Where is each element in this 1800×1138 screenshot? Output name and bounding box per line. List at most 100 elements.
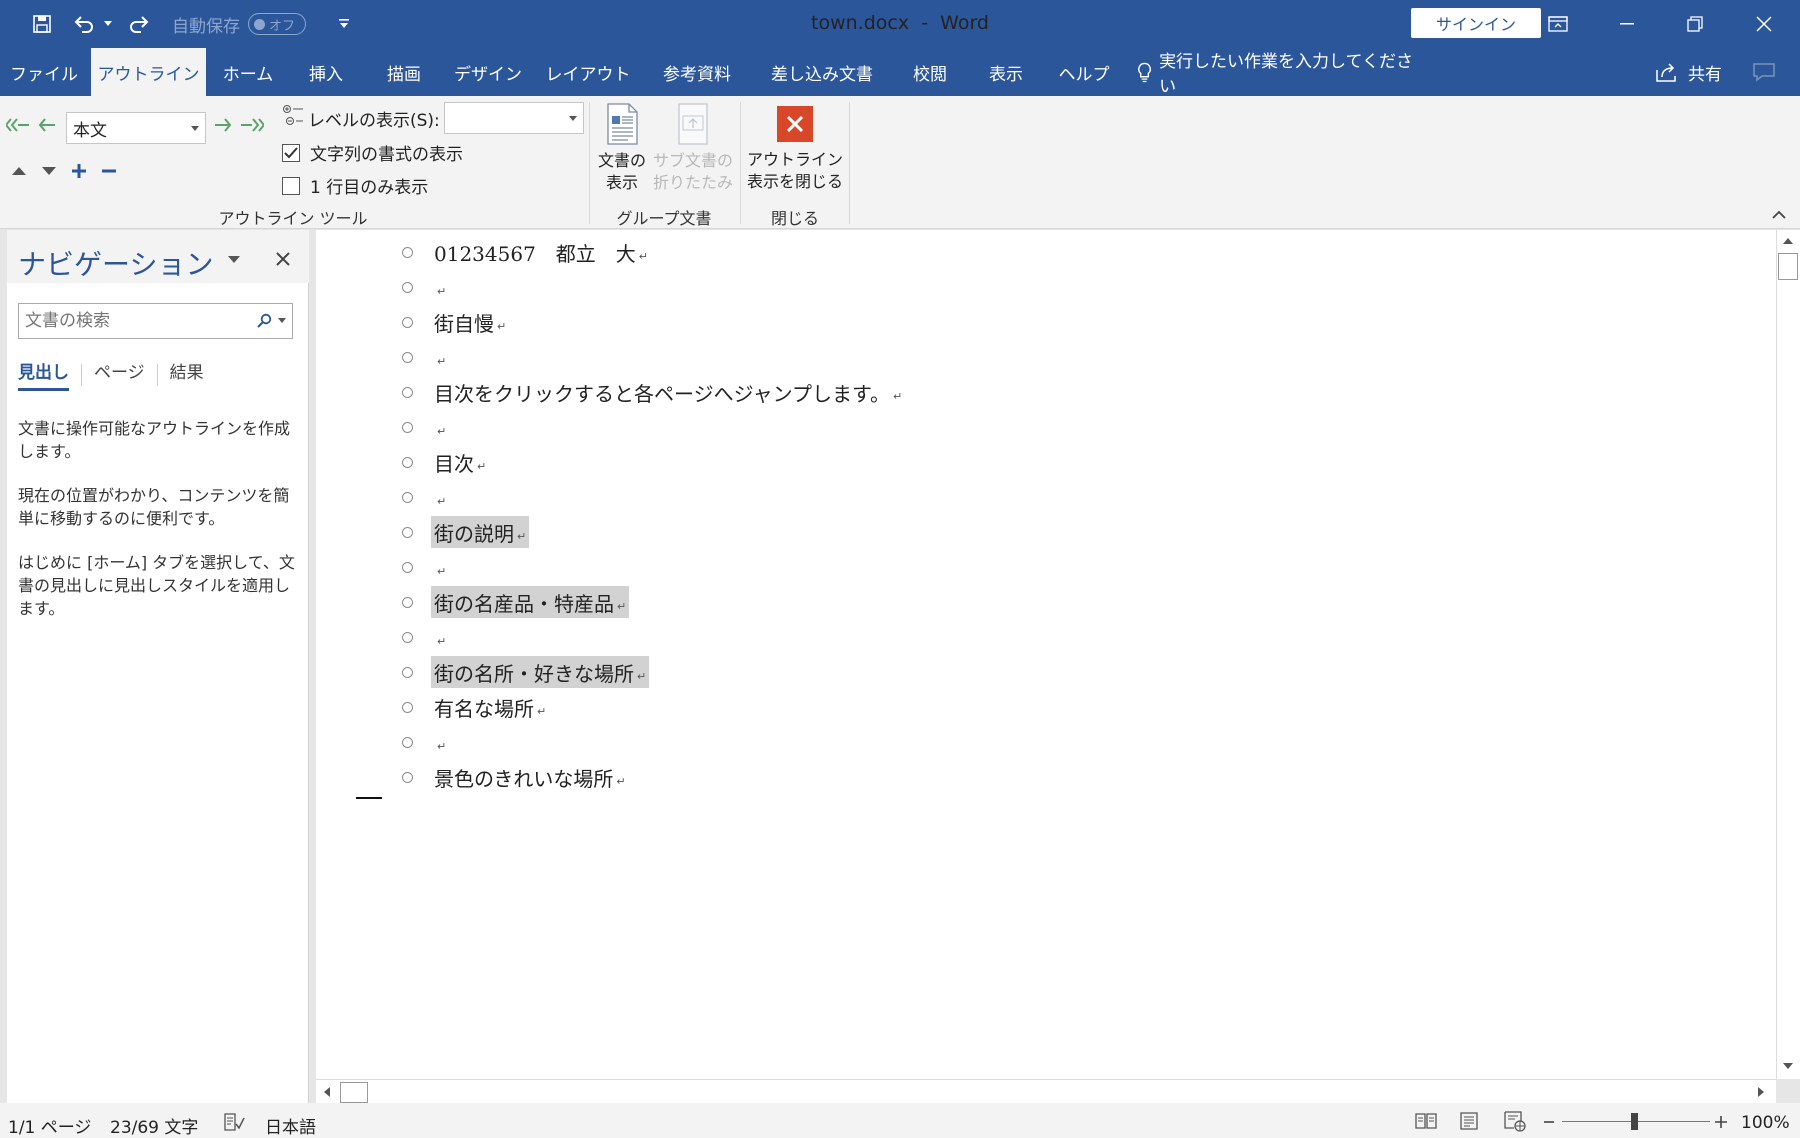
tab-mailings[interactable]: 差し込み文書 bbox=[762, 48, 882, 96]
tab-design[interactable]: デザイン bbox=[450, 48, 526, 96]
show-text-formatting-option[interactable]: 文字列の書式の表示 bbox=[282, 140, 463, 165]
outline-bullet[interactable] bbox=[402, 527, 413, 538]
zoom-slider-thumb[interactable] bbox=[1631, 1113, 1638, 1130]
horizontal-scroll-thumb[interactable] bbox=[340, 1082, 368, 1103]
outline-paragraph[interactable]: 街の名産品・特産品 ↵ bbox=[431, 586, 630, 618]
zoom-out-icon[interactable] bbox=[1543, 1112, 1555, 1132]
tab-layout[interactable]: レイアウト bbox=[542, 48, 634, 96]
outline-bullet[interactable] bbox=[402, 457, 413, 468]
outline-paragraph[interactable]: 街の名所・好きな場所 ↵ bbox=[431, 656, 650, 688]
close-window-icon[interactable] bbox=[1731, 0, 1797, 48]
outline-bullet[interactable] bbox=[402, 772, 413, 783]
outline-paragraph[interactable]: ↵ bbox=[434, 411, 446, 443]
page-count[interactable]: 1/1 ページ bbox=[8, 1113, 91, 1138]
expand-icon[interactable] bbox=[71, 163, 87, 179]
outline-bullet[interactable] bbox=[402, 737, 413, 748]
outline-paragraph[interactable]: 目次 ↵ bbox=[434, 446, 486, 478]
tab-file[interactable]: ファイル bbox=[0, 48, 88, 96]
nav-tab-results[interactable]: 結果 bbox=[170, 358, 204, 391]
nav-tab-headings[interactable]: 見出し bbox=[18, 358, 69, 391]
show-level-select[interactable] bbox=[444, 102, 584, 134]
outline-bullet[interactable] bbox=[402, 282, 413, 293]
comments-icon[interactable] bbox=[1746, 48, 1782, 96]
outline-paragraph[interactable]: 街自慢 ↵ bbox=[434, 306, 506, 338]
outline-bullet[interactable] bbox=[402, 317, 413, 328]
outline-bullet[interactable] bbox=[402, 597, 413, 608]
restore-icon[interactable] bbox=[1662, 0, 1728, 48]
outline-paragraph[interactable]: ↵ bbox=[434, 481, 446, 513]
tab-home[interactable]: ホーム bbox=[216, 48, 280, 96]
search-options-icon[interactable] bbox=[278, 318, 286, 324]
collapse-icon[interactable] bbox=[101, 163, 117, 179]
zoom-level[interactable]: 100% bbox=[1741, 1113, 1790, 1133]
signin-button[interactable]: サインイン bbox=[1411, 8, 1541, 38]
outline-bullet[interactable] bbox=[402, 702, 413, 713]
tab-references[interactable]: 参考資料 bbox=[650, 48, 744, 96]
redo-icon[interactable] bbox=[124, 0, 154, 48]
tab-review[interactable]: 校閲 bbox=[898, 48, 962, 96]
scroll-right-icon[interactable] bbox=[1754, 1084, 1768, 1100]
outline-level-select[interactable]: 本文 bbox=[66, 112, 206, 144]
first-line-only-checkbox[interactable] bbox=[282, 176, 300, 195]
tab-view[interactable]: 表示 bbox=[974, 48, 1038, 96]
undo-dropdown-icon[interactable] bbox=[100, 0, 116, 48]
first-line-only-option[interactable]: 1 行目のみ表示 bbox=[282, 173, 428, 198]
autosave-switch[interactable]: オフ bbox=[248, 13, 306, 35]
outline-paragraph[interactable]: ↵ bbox=[434, 551, 446, 583]
collapse-ribbon-icon[interactable] bbox=[1772, 210, 1786, 220]
show-document-button[interactable]: 文書の 表示 bbox=[596, 102, 648, 198]
outline-bullet[interactable] bbox=[402, 492, 413, 503]
demote-to-body-text-icon[interactable] bbox=[240, 116, 264, 134]
word-count[interactable]: 23/69 文字 bbox=[110, 1113, 198, 1138]
outline-bullet[interactable] bbox=[402, 632, 413, 643]
web-layout-icon[interactable] bbox=[1503, 1110, 1527, 1132]
promote-to-heading1-icon[interactable] bbox=[6, 116, 30, 134]
tell-me-box[interactable]: 実行したい作業を入力してください bbox=[1136, 48, 1416, 97]
promote-icon[interactable] bbox=[38, 116, 56, 134]
tab-outline[interactable]: アウトライン bbox=[91, 48, 206, 96]
outline-bullet[interactable] bbox=[402, 247, 413, 258]
scroll-up-icon[interactable] bbox=[1779, 234, 1797, 248]
outline-paragraph[interactable]: 有名な場所 ↵ bbox=[434, 691, 546, 723]
move-up-icon[interactable] bbox=[12, 166, 26, 176]
outline-paragraph[interactable]: 街の説明 ↵ bbox=[431, 516, 530, 548]
demote-icon[interactable] bbox=[214, 116, 232, 134]
minimize-icon[interactable] bbox=[1594, 0, 1660, 48]
document-search-input[interactable] bbox=[19, 311, 256, 331]
scroll-left-icon[interactable] bbox=[320, 1084, 334, 1100]
document-area[interactable] bbox=[316, 230, 1776, 1079]
move-down-icon[interactable] bbox=[42, 166, 56, 176]
outline-paragraph[interactable]: ↵ bbox=[434, 726, 446, 758]
outline-bullet[interactable] bbox=[402, 352, 413, 363]
outline-paragraph[interactable]: ↵ bbox=[434, 341, 446, 373]
outline-paragraph[interactable]: ↵ bbox=[434, 271, 446, 303]
outline-bullet[interactable] bbox=[402, 667, 413, 678]
autosave-toggle[interactable]: 自動保存 オフ bbox=[172, 12, 306, 37]
pane-options-icon[interactable] bbox=[228, 256, 240, 264]
outline-bullet[interactable] bbox=[402, 562, 413, 573]
ribbon-display-options-icon[interactable] bbox=[1525, 0, 1591, 48]
outline-paragraph[interactable]: ↵ bbox=[434, 621, 446, 653]
zoom-in-icon[interactable] bbox=[1714, 1112, 1728, 1132]
document-search-field[interactable] bbox=[18, 303, 293, 339]
close-outline-view-button[interactable]: アウトライン 表示を閉じる bbox=[744, 106, 846, 198]
undo-icon[interactable] bbox=[70, 0, 98, 48]
close-pane-icon[interactable] bbox=[276, 252, 290, 266]
vertical-scroll-thumb[interactable] bbox=[1778, 253, 1798, 280]
tab-help[interactable]: ヘルプ bbox=[1052, 48, 1116, 96]
search-icon[interactable] bbox=[256, 313, 272, 329]
horizontal-scrollbar[interactable] bbox=[316, 1079, 1776, 1103]
scroll-down-icon[interactable] bbox=[1779, 1059, 1797, 1073]
share-button[interactable]: 共有 bbox=[1648, 48, 1728, 96]
print-layout-icon[interactable] bbox=[1458, 1111, 1480, 1131]
vertical-scrollbar[interactable] bbox=[1776, 230, 1800, 1079]
tab-insert[interactable]: 挿入 bbox=[294, 48, 358, 96]
save-icon[interactable] bbox=[24, 0, 60, 48]
proofing-icon[interactable] bbox=[223, 1112, 245, 1132]
language-indicator[interactable]: 日本語 bbox=[265, 1113, 316, 1138]
read-mode-icon[interactable] bbox=[1414, 1111, 1438, 1131]
collapse-subdocuments-button[interactable]: サブ文書の 折りたたみ bbox=[652, 102, 734, 198]
show-text-formatting-checkbox[interactable] bbox=[282, 143, 300, 162]
outline-paragraph[interactable]: 景色のきれいな場所 ↵ bbox=[434, 761, 626, 793]
customize-qat-icon[interactable] bbox=[334, 0, 354, 48]
